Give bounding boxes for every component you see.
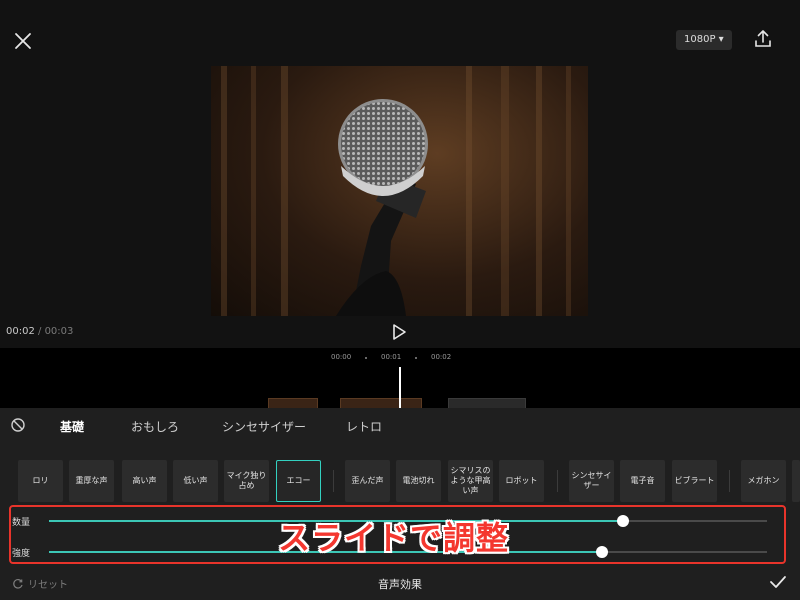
resolution-button[interactable]: 1080P ▾	[676, 30, 732, 50]
check-icon[interactable]	[768, 573, 788, 591]
panel-title: 音声効果	[378, 578, 422, 591]
tab-retro[interactable]: レトロ	[346, 418, 382, 435]
divider	[729, 470, 730, 492]
effect-button[interactable]: 高い声	[122, 460, 167, 502]
video-preview[interactable]	[211, 66, 588, 316]
effect-button[interactable]: 電池切れ	[396, 460, 441, 502]
effect-button-partial[interactable]	[792, 460, 800, 502]
timeline-tick: 00:00	[331, 353, 352, 361]
effect-button[interactable]: シマリスのような甲高い声	[448, 460, 493, 502]
effect-button[interactable]: 重厚な声	[69, 460, 114, 502]
effect-button-selected[interactable]: エコー	[276, 460, 321, 502]
reset-label: リセット	[28, 580, 68, 591]
current-time: 00:02	[6, 326, 35, 337]
upload-icon[interactable]	[752, 28, 774, 50]
playhead[interactable]	[399, 367, 401, 409]
effect-button[interactable]: ロボット	[499, 460, 544, 502]
effect-button[interactable]: 歪んだ声	[345, 460, 390, 502]
close-icon[interactable]	[12, 30, 34, 52]
reset-button[interactable]: リセット	[12, 576, 68, 591]
reset-icon	[13, 578, 23, 589]
chevron-down-icon: ▾	[718, 34, 724, 45]
timeline-tick: 00:02	[431, 353, 452, 361]
effect-button[interactable]: 低い声	[173, 460, 218, 502]
divider	[333, 470, 334, 492]
effect-button[interactable]: メガホン	[741, 460, 786, 502]
effect-button[interactable]: ロリ	[18, 460, 63, 502]
timeline-dot	[415, 357, 417, 359]
effect-button[interactable]: シンセサイザー	[569, 460, 614, 502]
tab-basic[interactable]: 基礎	[60, 418, 84, 435]
effect-button[interactable]: 電子音	[620, 460, 665, 502]
effect-button[interactable]: ビブラート	[672, 460, 717, 502]
no-effect-icon[interactable]	[10, 417, 26, 433]
playback-time: 00:02 / 00:03	[6, 326, 73, 337]
tab-fun[interactable]: おもしろ	[131, 418, 179, 435]
audio-effects-panel	[0, 408, 800, 600]
timeline-dot	[365, 357, 367, 359]
total-time: 00:03	[44, 326, 74, 337]
resolution-label: 1080P	[684, 34, 716, 45]
divider	[557, 470, 558, 492]
annotation-caption: スライドで調整	[278, 519, 510, 557]
play-icon[interactable]	[391, 323, 407, 341]
tab-synthesizer[interactable]: シンセサイザー	[222, 418, 306, 435]
time-separator: /	[34, 326, 45, 337]
timeline-tick: 00:01	[381, 353, 402, 361]
effect-button[interactable]: マイク独り占め	[224, 460, 269, 502]
